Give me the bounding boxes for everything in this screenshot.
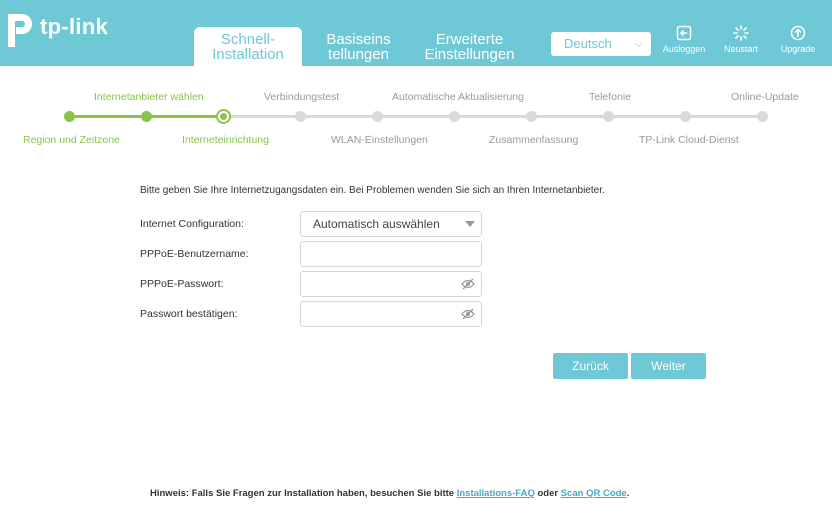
reboot-spinner-icon [733, 25, 749, 41]
back-button[interactable]: Zurück [553, 353, 628, 379]
step-dot-summary [526, 111, 537, 122]
step-isp-selection: Internetanbieter wählen [94, 91, 204, 103]
confirm-password-label: Passwort bestätigen: [140, 308, 238, 320]
upgrade-label: Upgrade [780, 44, 816, 54]
step-summary: Zusammenfassung [489, 134, 579, 146]
hint-prefix: Hinweis: Falls Sie Fragen zur Installati… [150, 488, 455, 499]
upgrade-button[interactable]: Upgrade [776, 25, 820, 54]
step-dot-region [64, 111, 75, 122]
internet-config-select[interactable]: Automatisch auswählen [300, 211, 482, 237]
installation-hint: Hinweis: Falls Sie Fragen zur Installati… [150, 488, 629, 499]
step-cloud-service: TP-Link Cloud-Dienst [639, 134, 739, 146]
tab-quick-setup[interactable]: Schnell- Installation [194, 27, 302, 66]
step-dot-wlan [372, 111, 383, 122]
tab-label-line2: Einstellungen [424, 46, 515, 63]
confirm-password-field-box [300, 301, 482, 327]
step-region-timezone: Region und Zeitzone [23, 134, 120, 146]
language-value: Deutsch [564, 36, 612, 51]
step-dot-telephony [603, 111, 614, 122]
next-button[interactable]: Weiter [631, 353, 706, 379]
top-header: tp-link Schnell- Installation Basiseins … [0, 0, 832, 66]
installation-faq-link[interactable]: Installations-FAQ [457, 488, 535, 499]
step-wlan-settings: WLAN-Einstellungen [331, 134, 428, 146]
step-dot-connection-test [295, 111, 306, 122]
logout-label: Ausloggen [662, 44, 706, 54]
step-dot-auto-update [449, 111, 460, 122]
eye-slash-icon[interactable] [461, 278, 475, 290]
eye-slash-icon[interactable] [461, 308, 475, 320]
pppoe-password-input[interactable] [309, 272, 459, 296]
hint-suffix: . [626, 488, 630, 499]
chevron-down-icon: ⌵ [634, 38, 643, 50]
tab-basic-settings[interactable]: Basiseins tellungen [311, 27, 406, 66]
reboot-label: Neustart [723, 44, 758, 54]
confirm-password-input[interactable] [309, 302, 459, 326]
step-internet-setup: Interneteinrichtung [182, 134, 269, 146]
scan-qr-code-link[interactable]: Scan QR Code [561, 488, 627, 499]
pppoe-username-field-box [300, 241, 482, 267]
step-dot-cloud [680, 111, 691, 122]
step-telephony: Telefonie [589, 91, 632, 103]
tab-label-line1: Basiseins [326, 31, 391, 48]
language-select[interactable]: Deutsch ⌵ [551, 32, 651, 56]
dropdown-arrow-icon [465, 221, 475, 227]
step-auto-update: Automatische Aktualisierung [392, 91, 524, 103]
pppoe-username-input[interactable] [309, 242, 459, 266]
pppoe-password-label: PPPoE-Passwort: [140, 278, 224, 290]
tab-advanced-settings[interactable]: Erweiterte Einstellungen [412, 27, 527, 66]
step-dot-internet-current [216, 109, 231, 124]
reboot-button[interactable]: Neustart [718, 25, 764, 54]
brand-name: tp-link [40, 14, 109, 39]
step-dot-online-update [757, 111, 768, 122]
step-dot-isp [141, 111, 152, 122]
tab-label-line1: Erweiterte [435, 31, 504, 48]
tab-label-line1: Schnell- [220, 31, 276, 48]
internet-config-value: Automatisch auswählen [313, 217, 440, 231]
logout-icon [676, 25, 692, 41]
pppoe-password-field-box [300, 271, 482, 297]
pppoe-username-label: PPPoE-Benutzername: [140, 248, 249, 260]
tab-label-line2: Installation [212, 46, 284, 63]
internet-config-label: Internet Configuration: [140, 218, 244, 230]
logout-button[interactable]: Ausloggen [660, 25, 708, 54]
step-online-update: Online-Update [731, 91, 799, 103]
tab-label-line2: tellungen [328, 46, 389, 63]
intro-text: Bitte geben Sie Ihre Internetzugangsdate… [140, 185, 605, 196]
upgrade-arrow-icon [790, 25, 806, 41]
hint-middle: oder [537, 488, 559, 499]
tp-link-logo-icon [8, 14, 32, 47]
step-connection-test: Verbindungstest [264, 91, 340, 103]
